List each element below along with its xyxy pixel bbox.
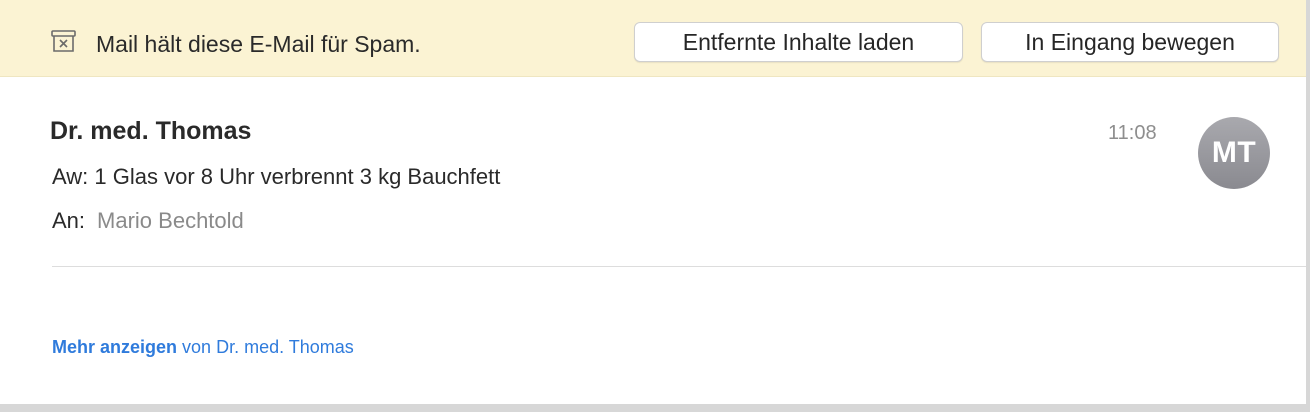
junk-box-icon (50, 28, 77, 55)
recipient-name[interactable]: Mario Bechtold (97, 208, 244, 233)
recipient-label: An: (52, 208, 86, 233)
message-subject: Aw: 1 Glas vor 8 Uhr verbrennt 3 kg Bauc… (52, 164, 501, 189)
mail-message-window: Mail hält diese E-Mail für Spam. Entfern… (0, 0, 1306, 404)
show-more-row: Mehr anzeigen von Dr. med. Thomas (52, 337, 354, 358)
spam-message: Mail hält diese E-Mail für Spam. (96, 31, 421, 57)
message-time: 11:08 (1108, 122, 1157, 144)
avatar-initials: MT (1211, 136, 1257, 169)
move-to-inbox-button[interactable]: In Eingang bewegen (981, 22, 1279, 62)
sender-name: Dr. med. Thomas (50, 117, 252, 145)
recipient-row: An: Mario Bechtold (52, 208, 244, 234)
header-divider (52, 266, 1306, 267)
spam-banner: Mail hält diese E-Mail für Spam. Entfern… (0, 0, 1306, 77)
show-more-link[interactable]: Mehr anzeigen (52, 337, 177, 357)
avatar: MT (1198, 117, 1270, 189)
show-more-sender[interactable]: von Dr. med. Thomas (182, 337, 354, 357)
load-remote-content-button[interactable]: Entfernte Inhalte laden (634, 22, 963, 62)
